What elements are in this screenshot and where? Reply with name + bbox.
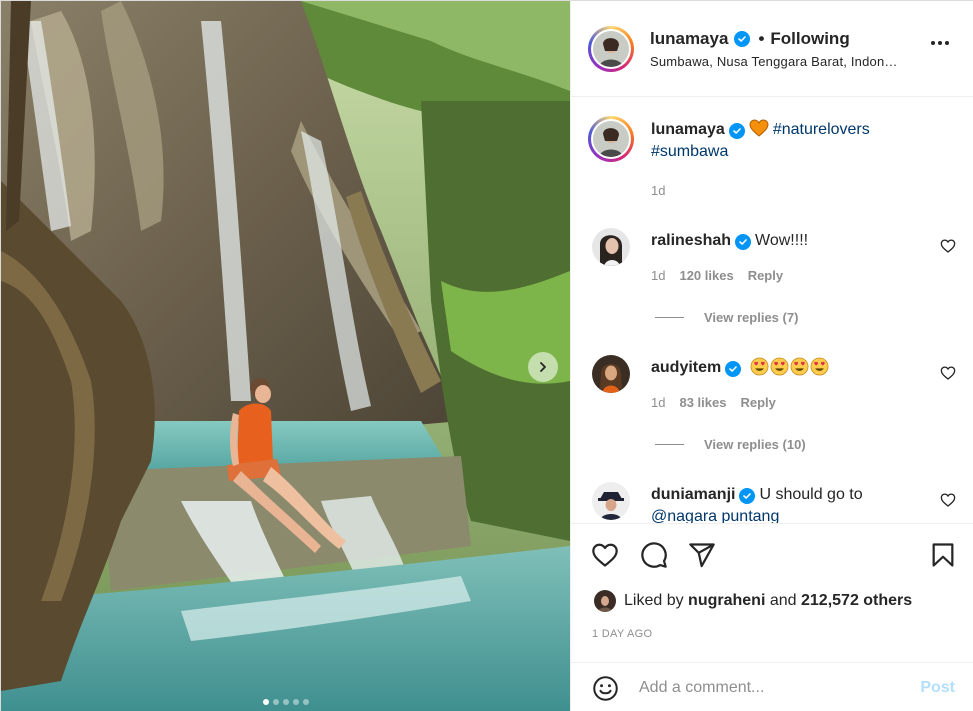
slide-dot xyxy=(302,699,309,705)
comment-text: audyitem xyxy=(651,357,931,379)
post-header: lunamaya • Following Sumbawa, Nusa Tengg… xyxy=(571,1,973,97)
post-location[interactable]: Sumbawa, Nusa Tenggara Barat, Indon… xyxy=(650,54,912,69)
like-heart-icon[interactable] xyxy=(591,541,619,569)
liked-by-count[interactable]: 212,572 others xyxy=(801,592,912,609)
hashtag-link[interactable]: #sumbawa xyxy=(651,143,728,160)
heart-eyes-icon xyxy=(750,357,769,376)
liked-by-prefix: Liked by xyxy=(624,592,684,609)
share-send-icon[interactable] xyxy=(688,541,716,569)
heart-outline-icon[interactable] xyxy=(940,238,956,254)
liked-by-and: and xyxy=(769,592,797,609)
liked-by-text[interactable]: Liked by nugraheni and 212,572 others xyxy=(624,592,912,610)
hashtag-link[interactable]: #naturelovers xyxy=(773,121,870,138)
mention-link[interactable]: @nagara puntang xyxy=(651,508,779,523)
profile-photo-icon xyxy=(593,31,629,67)
liker-avatar[interactable] xyxy=(594,590,616,612)
comment-likes[interactable]: 120 likes xyxy=(679,268,733,283)
post-actions: Liked by nugraheni and 212,572 others 1 … xyxy=(571,523,973,662)
post-photo[interactable] xyxy=(1,1,570,711)
reply-button[interactable]: Reply xyxy=(748,268,783,283)
comment-text: duniamanji U should go to @nagara puntang xyxy=(651,484,931,523)
commenter-avatar[interactable] xyxy=(592,228,630,266)
liked-by-row: Liked by nugraheni and 212,572 others xyxy=(594,590,912,612)
liked-by-user[interactable]: nugraheni xyxy=(688,592,765,609)
caption-avatar[interactable] xyxy=(588,116,634,162)
add-comment-bar: Post xyxy=(571,662,973,711)
verified-badge-icon xyxy=(739,488,756,504)
orange-heart-icon xyxy=(749,119,769,137)
waterfall-photo xyxy=(1,1,570,711)
bookmark-icon[interactable] xyxy=(929,541,957,569)
comment-time[interactable]: 1d xyxy=(651,268,665,283)
more-options-button[interactable] xyxy=(931,41,949,45)
view-replies-label: View replies (7) xyxy=(704,310,799,325)
slide-indicator xyxy=(1,699,570,705)
heart-outline-icon[interactable] xyxy=(940,492,956,508)
emoji-smiley-icon[interactable] xyxy=(592,675,619,702)
comments-section[interactable]: lunamaya #naturelovers #sumbawa 1d ralines… xyxy=(571,97,973,523)
next-slide-button[interactable] xyxy=(528,352,558,382)
commenter-avatar[interactable] xyxy=(592,355,630,393)
author-row: lunamaya • Following xyxy=(650,29,850,49)
slide-dot xyxy=(282,699,289,705)
comment-username[interactable]: audyitem xyxy=(651,359,721,376)
caption-text: lunamaya #naturelovers #sumbawa xyxy=(651,119,951,163)
more-options-icon xyxy=(931,41,935,45)
caption-username[interactable]: lunamaya xyxy=(651,121,725,138)
post-comment-button[interactable]: Post xyxy=(920,679,955,697)
profile-photo-icon xyxy=(592,482,630,520)
author-username[interactable]: lunamaya xyxy=(650,29,728,49)
caption-time[interactable]: 1d xyxy=(651,183,665,198)
slide-dot xyxy=(272,699,279,705)
post-dialog: lunamaya • Following Sumbawa, Nusa Tengg… xyxy=(0,0,973,711)
post-side-panel: lunamaya • Following Sumbawa, Nusa Tengg… xyxy=(570,1,973,711)
verified-badge-icon xyxy=(728,123,745,139)
reply-button[interactable]: Reply xyxy=(740,395,775,410)
following-button[interactable]: Following xyxy=(770,29,849,49)
heart-outline-icon[interactable] xyxy=(940,365,956,381)
comment-meta: 1d 120 likes Reply xyxy=(651,268,783,283)
comment-bubble-icon[interactable] xyxy=(640,541,668,569)
heart-eyes-icon xyxy=(790,357,809,376)
view-replies-button[interactable]: View replies (10) xyxy=(655,437,806,452)
chevron-right-icon xyxy=(540,362,546,372)
heart-eyes-icon xyxy=(810,357,829,376)
replies-divider xyxy=(655,317,684,318)
comment-time[interactable]: 1d xyxy=(651,395,665,410)
comment-body: U should go to xyxy=(759,486,863,503)
heart-eyes-icon xyxy=(770,357,789,376)
comment-likes[interactable]: 83 likes xyxy=(679,395,726,410)
view-replies-label: View replies (10) xyxy=(704,437,806,452)
slide-dot xyxy=(292,699,299,705)
comment-text: ralineshah Wow!!!! xyxy=(651,230,931,252)
verified-badge-icon xyxy=(725,361,742,377)
comment-username[interactable]: ralineshah xyxy=(651,232,731,249)
post-age[interactable]: 1 DAY AGO xyxy=(592,628,652,640)
view-replies-button[interactable]: View replies (7) xyxy=(655,310,798,325)
profile-photo-icon xyxy=(592,355,630,393)
verified-badge-icon xyxy=(735,234,752,250)
comment-username[interactable]: duniamanji xyxy=(651,486,735,503)
author-avatar[interactable] xyxy=(588,26,634,72)
slide-dot xyxy=(262,699,269,705)
profile-photo-icon xyxy=(593,121,629,157)
profile-photo-icon xyxy=(592,228,630,266)
comment-input[interactable] xyxy=(639,675,899,701)
replies-divider xyxy=(655,444,684,445)
commenter-avatar[interactable] xyxy=(592,482,630,520)
comment-meta: 1d 83 likes Reply xyxy=(651,395,776,410)
profile-photo-icon xyxy=(594,590,616,612)
separator-dot: • xyxy=(758,29,765,48)
comment-body: Wow!!!! xyxy=(755,232,809,249)
verified-badge-icon xyxy=(734,31,751,47)
